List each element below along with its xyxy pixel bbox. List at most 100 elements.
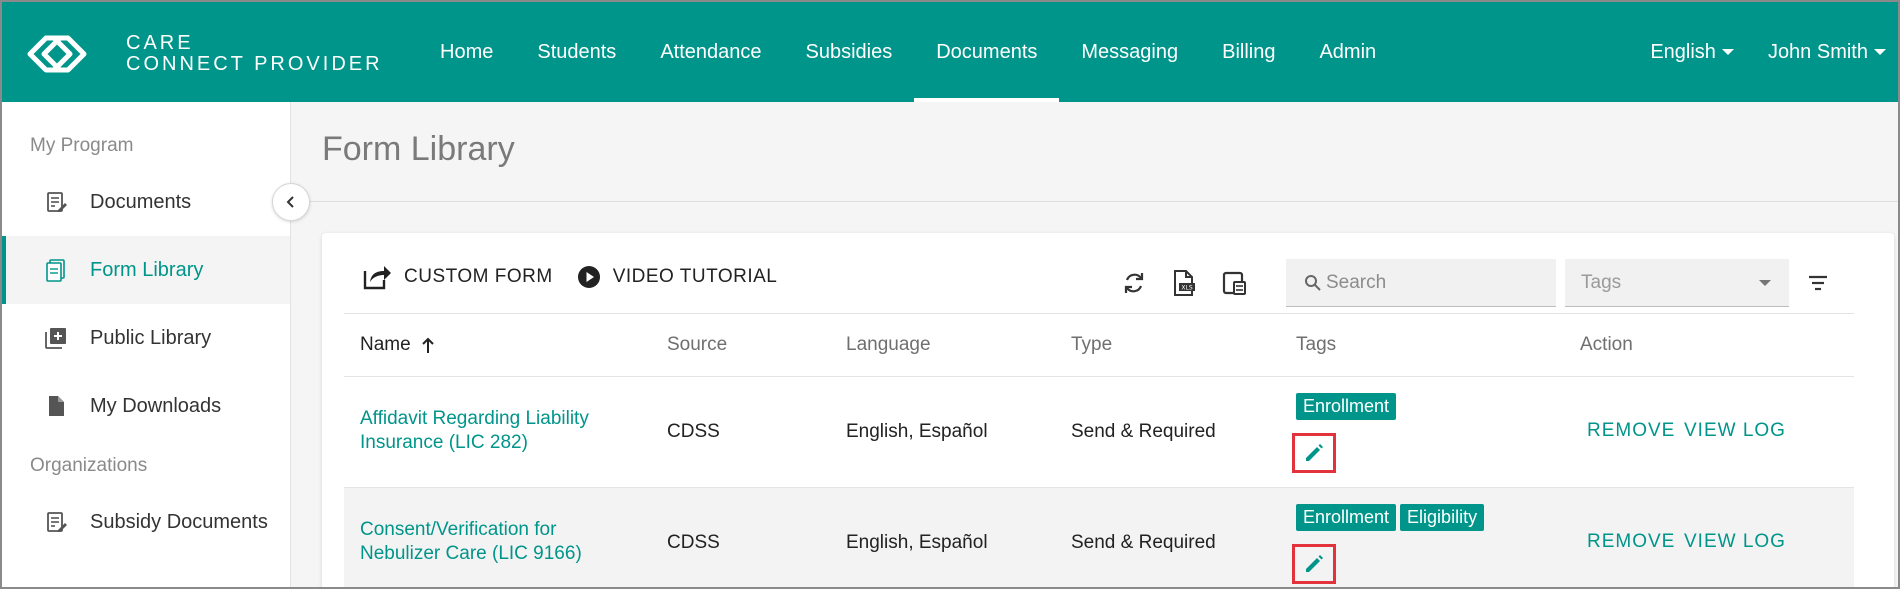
nav-billing[interactable]: Billing bbox=[1200, 2, 1297, 102]
form-name-line: Insurance (LIC 282) bbox=[360, 432, 528, 453]
toolbar: CUSTOM FORM VIDEO TUTORIAL bbox=[362, 263, 801, 291]
tags-cell: Enrollment Eligibility bbox=[1296, 504, 1488, 531]
share-external-icon bbox=[363, 266, 391, 290]
column-header-type[interactable]: Type bbox=[1071, 314, 1112, 376]
video-tutorial-label: VIDEO TUTORIAL bbox=[612, 266, 778, 287]
sort-ascending-icon bbox=[421, 337, 434, 353]
column-settings-icon[interactable] bbox=[1220, 269, 1248, 297]
sidebar-item-my-downloads[interactable]: My Downloads bbox=[2, 372, 290, 440]
page-title: Form Library bbox=[322, 130, 515, 168]
library-add-icon bbox=[45, 328, 66, 349]
tags-filter-select[interactable]: Tags bbox=[1565, 259, 1789, 307]
form-library-card: CUSTOM FORM VIDEO TUTORIAL XLS Search Ta… bbox=[322, 233, 1894, 587]
brand-line-1: CARE bbox=[126, 32, 194, 54]
language-dropdown[interactable]: English bbox=[1650, 41, 1734, 64]
sidebar-item-label: Form Library bbox=[90, 258, 204, 281]
nav-home[interactable]: Home bbox=[418, 2, 515, 102]
sidebar-section-organizations: Organizations bbox=[30, 455, 148, 476]
svg-text:XLS: XLS bbox=[1181, 285, 1192, 292]
type-cell: Send & Required bbox=[1071, 421, 1216, 442]
form-name-line: Nebulizer Care (LIC 9166) bbox=[360, 543, 582, 564]
search-input[interactable] bbox=[1326, 271, 1546, 294]
tag-badge: Eligibility bbox=[1400, 504, 1485, 531]
sidebar: My Program Documents Form Library Public… bbox=[2, 102, 291, 587]
chevron-down-icon bbox=[1874, 49, 1886, 55]
source-cell: CDSS bbox=[667, 532, 720, 553]
video-tutorial-button[interactable]: VIDEO TUTORIAL bbox=[577, 265, 778, 289]
pencil-icon bbox=[1306, 555, 1323, 572]
document-edit-icon bbox=[47, 512, 67, 532]
file-icon bbox=[49, 396, 64, 416]
top-nav-bar: CARE CONNECT PROVIDER Home Students Atte… bbox=[2, 2, 1898, 102]
form-name-line: Consent/Verification for bbox=[360, 519, 557, 540]
tag-badge: Enrollment bbox=[1296, 393, 1397, 420]
custom-form-label: CUSTOM FORM bbox=[404, 266, 553, 287]
custom-form-button[interactable]: CUSTOM FORM bbox=[362, 263, 553, 291]
nav-students[interactable]: Students bbox=[515, 2, 638, 102]
nav-documents[interactable]: Documents bbox=[914, 2, 1060, 102]
filter-icon[interactable] bbox=[1806, 271, 1830, 295]
edit-tags-button[interactable] bbox=[1292, 433, 1336, 473]
sidebar-section-my-program: My Program bbox=[30, 135, 134, 156]
search-icon bbox=[1305, 274, 1321, 291]
collapse-sidebar-button[interactable] bbox=[272, 183, 310, 221]
main-nav: Home Students Attendance Subsidies Docum… bbox=[418, 2, 1398, 102]
sidebar-item-label: Documents bbox=[90, 190, 192, 213]
column-header-source[interactable]: Source bbox=[667, 314, 727, 376]
user-menu-dropdown[interactable]: John Smith bbox=[1768, 41, 1886, 64]
brand-name: CARE CONNECT PROVIDER bbox=[126, 33, 383, 75]
language-label: English bbox=[1650, 40, 1716, 63]
column-header-name[interactable]: Name bbox=[360, 314, 435, 376]
document-edit-icon bbox=[47, 192, 67, 212]
form-name-link[interactable]: Consent/Verification for Nebulizer Care … bbox=[360, 518, 582, 566]
brand-line-2: CONNECT PROVIDER bbox=[126, 53, 383, 75]
column-header-tags: Tags bbox=[1296, 334, 1337, 355]
table-header: Name Source Language Type Tags Action bbox=[344, 313, 1854, 377]
sidebar-item-label: Subsidy Documents bbox=[90, 510, 268, 533]
chevron-left-icon bbox=[286, 196, 294, 208]
column-header-language[interactable]: Language bbox=[846, 314, 931, 376]
sidebar-item-form-library[interactable]: Form Library bbox=[2, 236, 290, 304]
nav-messaging[interactable]: Messaging bbox=[1059, 2, 1200, 102]
user-name: John Smith bbox=[1767, 40, 1868, 63]
language-cell: English, Español bbox=[846, 421, 988, 442]
table-row: Consent/Verification for Nebulizer Care … bbox=[344, 488, 1854, 587]
nav-subsidies[interactable]: Subsidies bbox=[784, 2, 915, 102]
toolbar-icons: XLS bbox=[1120, 269, 1270, 297]
column-header-label: Name bbox=[360, 334, 411, 355]
chevron-down-icon bbox=[1759, 280, 1771, 286]
divider bbox=[292, 201, 1898, 202]
pencil-icon bbox=[1306, 444, 1323, 461]
remove-button[interactable]: REMOVE bbox=[1587, 531, 1675, 553]
sidebar-item-subsidy-documents[interactable]: Subsidy Documents bbox=[2, 488, 290, 556]
tag-badge: Enrollment bbox=[1296, 504, 1397, 531]
form-name-line: Affidavit Regarding Liability bbox=[360, 408, 589, 429]
sidebar-item-public-library[interactable]: Public Library bbox=[2, 304, 290, 372]
nav-attendance[interactable]: Attendance bbox=[638, 2, 783, 102]
export-xls-icon[interactable]: XLS bbox=[1170, 269, 1198, 297]
view-log-button[interactable]: VIEW LOG bbox=[1684, 531, 1786, 553]
search-field[interactable] bbox=[1286, 259, 1556, 307]
edit-tags-button[interactable] bbox=[1292, 544, 1336, 584]
top-right-menus: English John Smith bbox=[1616, 2, 1886, 102]
app-window: CARE CONNECT PROVIDER Home Students Atte… bbox=[0, 0, 1900, 589]
refresh-icon[interactable] bbox=[1120, 269, 1148, 297]
brand[interactable]: CARE CONNECT PROVIDER bbox=[26, 32, 383, 76]
nav-admin[interactable]: Admin bbox=[1297, 2, 1398, 102]
care-connect-logo-icon bbox=[27, 35, 87, 73]
tags-select-placeholder: Tags bbox=[1581, 271, 1622, 293]
form-name-link[interactable]: Affidavit Regarding Liability Insurance … bbox=[360, 407, 589, 455]
source-cell: CDSS bbox=[667, 421, 720, 442]
type-cell: Send & Required bbox=[1071, 532, 1216, 553]
language-cell: English, Español bbox=[846, 532, 988, 553]
column-header-action: Action bbox=[1580, 334, 1633, 355]
table-row: Affidavit Regarding Liability Insurance … bbox=[344, 377, 1854, 488]
tags-cell: Enrollment bbox=[1296, 393, 1400, 420]
remove-button[interactable]: REMOVE bbox=[1587, 420, 1675, 442]
play-circle-icon bbox=[577, 266, 600, 288]
sidebar-item-documents[interactable]: Documents bbox=[2, 168, 290, 236]
sidebar-item-label: My Downloads bbox=[90, 394, 222, 417]
chevron-down-icon bbox=[1721, 49, 1734, 55]
view-log-button[interactable]: VIEW LOG bbox=[1684, 420, 1786, 442]
form-library-icon bbox=[46, 259, 65, 282]
